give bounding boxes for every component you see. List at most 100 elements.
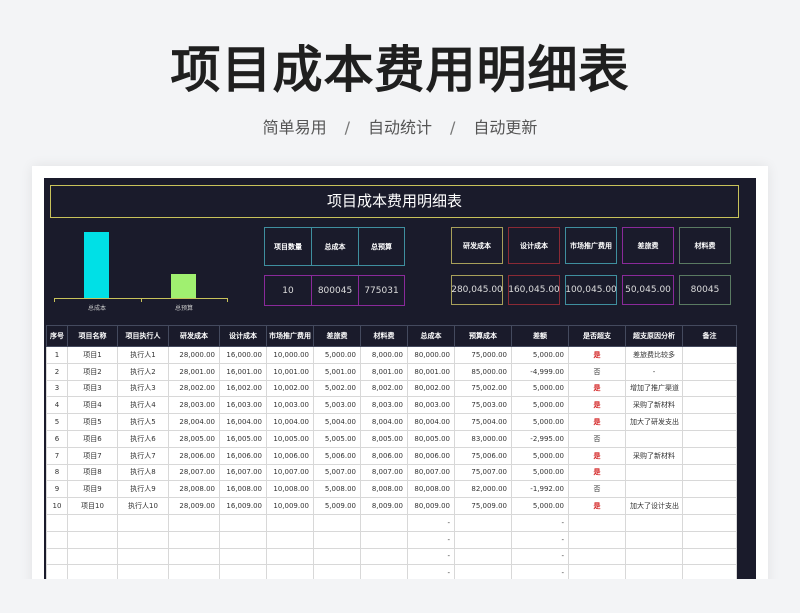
table-cell[interactable]: 5,000.00 — [511, 463, 569, 482]
table-cell[interactable]: 75,000.00 — [454, 346, 512, 364]
table-cell[interactable]: 项目10 — [67, 497, 118, 515]
table-cell[interactable]: - — [511, 547, 569, 566]
table-cell[interactable]: 否 — [568, 429, 626, 448]
table-cell[interactable] — [313, 530, 361, 549]
table-cell[interactable]: 项目6 — [67, 429, 118, 448]
table-cell[interactable] — [117, 547, 169, 566]
table-cell[interactable] — [46, 513, 68, 532]
table-cell[interactable]: 16,000.00 — [219, 346, 267, 364]
table-cell[interactable]: 4 — [46, 396, 68, 415]
table-cell[interactable] — [454, 513, 512, 532]
table-cell[interactable] — [46, 530, 68, 549]
table-cell[interactable]: 5,003.00 — [313, 396, 361, 415]
table-cell[interactable]: 是 — [568, 396, 626, 415]
table-cell[interactable] — [313, 513, 361, 532]
table-cell[interactable]: 80,004.00 — [407, 413, 455, 431]
table-cell[interactable] — [266, 513, 314, 532]
table-cell[interactable]: 16,008.00 — [219, 480, 267, 499]
table-cell[interactable]: 28,007.00 — [168, 463, 220, 482]
table-cell[interactable] — [682, 413, 737, 431]
table-cell[interactable]: - — [511, 513, 569, 532]
table-cell[interactable] — [682, 530, 737, 549]
table-cell[interactable] — [266, 530, 314, 549]
table-cell[interactable]: 项目1 — [67, 346, 118, 364]
table-cell[interactable]: 5,000.00 — [511, 346, 569, 364]
table-cell[interactable]: 5,009.00 — [313, 497, 361, 515]
table-cell[interactable]: 80,000.00 — [407, 346, 455, 364]
table-cell[interactable] — [568, 547, 626, 566]
table-cell[interactable]: 16,005.00 — [219, 429, 267, 448]
table-cell[interactable]: - — [511, 530, 569, 549]
table-cell[interactable]: 80,009.00 — [407, 497, 455, 515]
table-cell[interactable]: 差旅费比较多 — [625, 346, 683, 364]
table-cell[interactable]: 5,004.00 — [313, 413, 361, 431]
table-cell[interactable] — [625, 429, 683, 448]
table-cell[interactable] — [682, 463, 737, 482]
table-cell[interactable] — [682, 346, 737, 364]
column-header[interactable]: 超支原因分析 — [625, 325, 683, 347]
table-cell[interactable] — [117, 530, 169, 549]
table-cell[interactable]: 项目9 — [67, 480, 118, 499]
table-cell[interactable]: - — [407, 513, 455, 532]
table-cell[interactable]: 10,008.00 — [266, 480, 314, 499]
table-cell[interactable]: 80,005.00 — [407, 429, 455, 448]
table-cell[interactable]: 执行人3 — [117, 379, 169, 398]
table-cell[interactable]: 80,006.00 — [407, 446, 455, 465]
table-cell[interactable]: 82,000.00 — [454, 480, 512, 499]
table-cell[interactable] — [168, 513, 220, 532]
column-header[interactable]: 预算成本 — [454, 325, 512, 347]
table-cell[interactable] — [219, 547, 267, 566]
table-cell[interactable]: 5,008.00 — [313, 480, 361, 499]
table-cell[interactable]: 5,001.00 — [313, 362, 361, 381]
table-cell[interactable]: 10,000.00 — [266, 346, 314, 364]
table-cell[interactable] — [67, 547, 118, 566]
table-cell[interactable]: 75,003.00 — [454, 396, 512, 415]
table-cell[interactable]: 8,006.00 — [360, 446, 408, 465]
table-cell[interactable]: 否 — [568, 362, 626, 381]
table-cell[interactable]: 加大了研发支出 — [625, 413, 683, 431]
table-cell[interactable]: 75,009.00 — [454, 497, 512, 515]
table-cell[interactable]: 16,006.00 — [219, 446, 267, 465]
table-cell[interactable] — [219, 530, 267, 549]
table-cell[interactable]: 否 — [568, 480, 626, 499]
table-cell[interactable]: 项目3 — [67, 379, 118, 398]
table-cell[interactable]: 8,002.00 — [360, 379, 408, 398]
column-header[interactable]: 差额 — [511, 325, 569, 347]
table-cell[interactable]: 5,000.00 — [511, 379, 569, 398]
table-cell[interactable]: 16,004.00 — [219, 413, 267, 431]
table-cell[interactable]: -2,995.00 — [511, 429, 569, 448]
table-cell[interactable] — [360, 530, 408, 549]
table-cell[interactable]: 5,000.00 — [511, 413, 569, 431]
table-cell[interactable]: 10,002.00 — [266, 379, 314, 398]
table-cell[interactable] — [625, 463, 683, 482]
table-cell[interactable]: 80,001.00 — [407, 362, 455, 381]
table-cell[interactable]: 16,009.00 — [219, 497, 267, 515]
column-header[interactable]: 是否超支 — [568, 325, 626, 347]
table-cell[interactable]: 28,005.00 — [168, 429, 220, 448]
table-cell[interactable]: 8,001.00 — [360, 362, 408, 381]
table-cell[interactable]: 项目7 — [67, 446, 118, 465]
table-cell[interactable]: 8,008.00 — [360, 480, 408, 499]
table-cell[interactable]: 项目4 — [67, 396, 118, 415]
table-cell[interactable]: 增加了推广渠道 — [625, 379, 683, 398]
table-cell[interactable] — [313, 547, 361, 566]
table-cell[interactable] — [117, 513, 169, 532]
table-cell[interactable]: 16,001.00 — [219, 362, 267, 381]
table-cell[interactable]: 2 — [46, 362, 68, 381]
table-cell[interactable] — [682, 379, 737, 398]
table-cell[interactable]: 75,007.00 — [454, 463, 512, 482]
table-cell[interactable]: 80,007.00 — [407, 463, 455, 482]
table-cell[interactable] — [625, 547, 683, 566]
table-cell[interactable] — [682, 547, 737, 566]
table-cell[interactable]: 6 — [46, 429, 68, 448]
table-cell[interactable]: 5,006.00 — [313, 446, 361, 465]
table-cell[interactable]: 8,004.00 — [360, 413, 408, 431]
table-cell[interactable]: -1,992.00 — [511, 480, 569, 499]
column-header[interactable]: 项目名称 — [67, 325, 118, 347]
table-cell[interactable]: 执行人4 — [117, 396, 169, 415]
table-cell[interactable] — [682, 396, 737, 415]
table-cell[interactable]: 7 — [46, 446, 68, 465]
table-cell[interactable]: 80,008.00 — [407, 480, 455, 499]
table-cell[interactable] — [168, 530, 220, 549]
table-cell[interactable]: 10,009.00 — [266, 497, 314, 515]
